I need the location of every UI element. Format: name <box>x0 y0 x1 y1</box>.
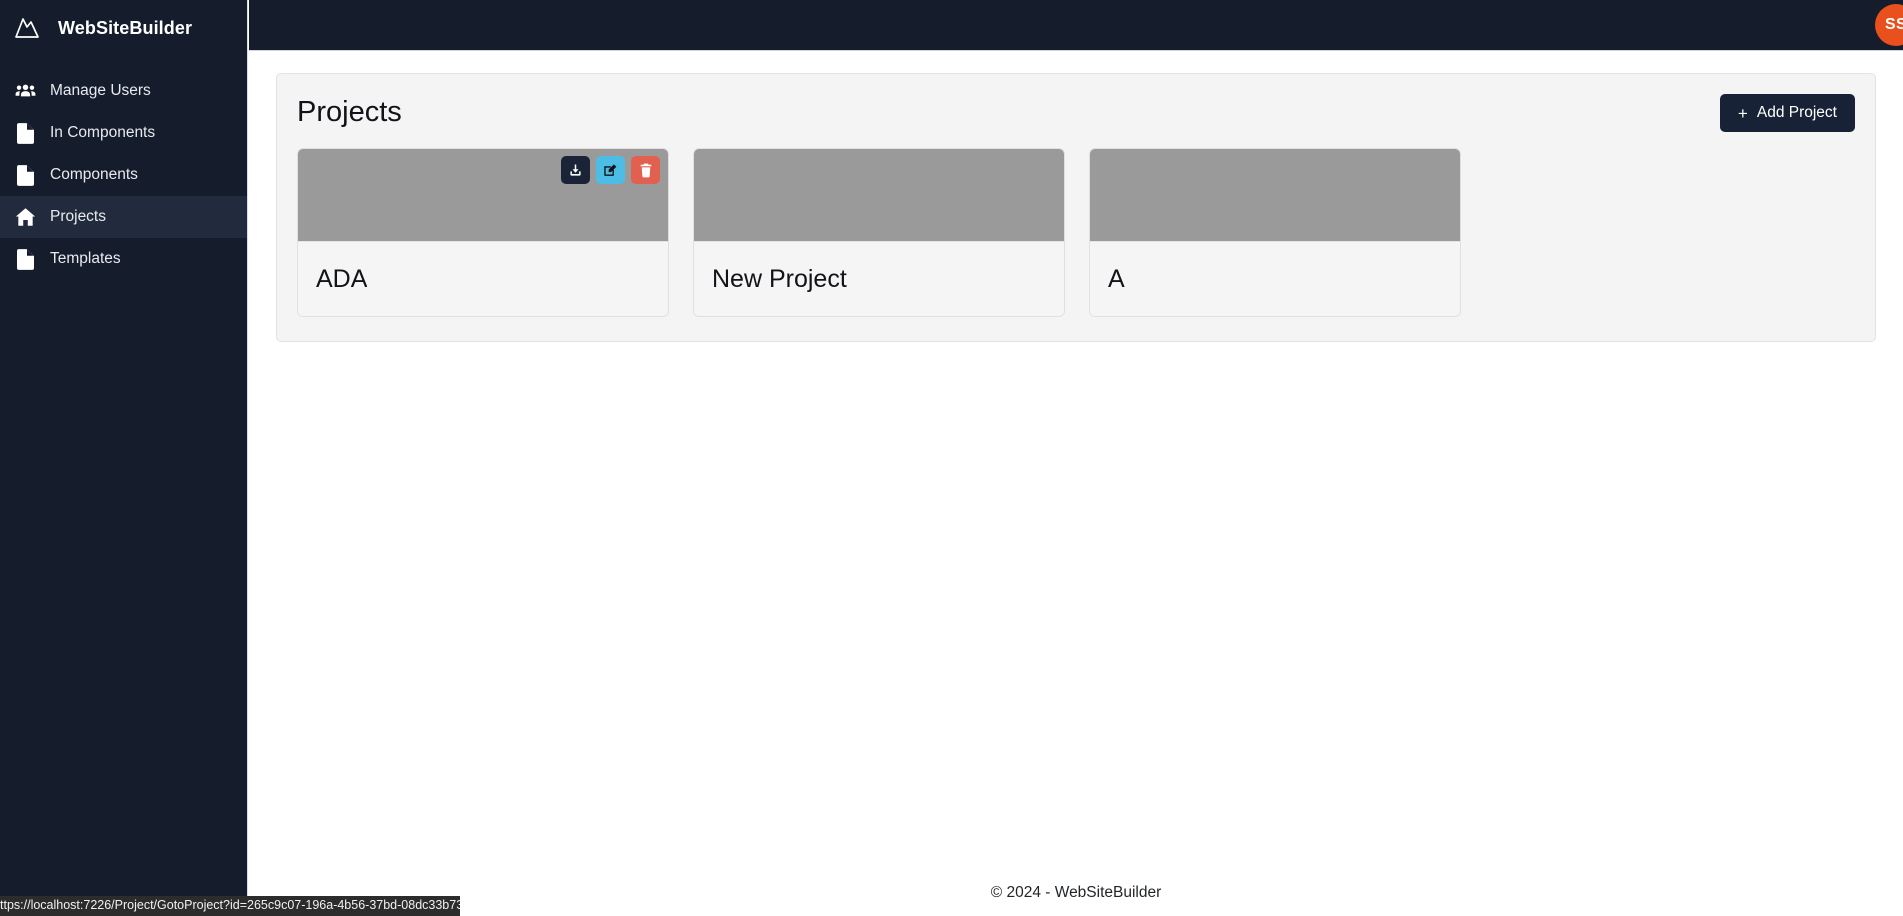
add-project-button[interactable]: + Add Project <box>1719 94 1855 132</box>
page-footer: © 2024 - WebSiteBuilder <box>249 870 1903 916</box>
project-card-body: A <box>1090 241 1460 316</box>
sidebar-item-components[interactable]: Components <box>0 154 247 196</box>
document-icon <box>14 122 36 144</box>
document-icon <box>14 164 36 186</box>
avatar-initials: SS <box>1885 16 1903 33</box>
brand-name: WebSiteBuilder <box>58 17 193 38</box>
brand[interactable]: WebSiteBuilder <box>0 0 247 56</box>
project-title: New Project <box>712 264 847 293</box>
project-card[interactable]: New Project <box>693 148 1065 317</box>
add-project-label: Add Project <box>1756 104 1837 121</box>
sidebar-item-templates[interactable]: Templates <box>0 238 247 280</box>
avatar[interactable]: SS <box>1875 4 1903 46</box>
sidebar-item-label: Components <box>50 166 138 184</box>
sidebar-item-manage-users[interactable]: Manage Users <box>0 70 247 112</box>
project-card-body: ADA <box>298 241 668 316</box>
project-card-actions <box>561 156 660 184</box>
status-bar-url: ttps://localhost:7226/Project/GotoProjec… <box>0 898 460 912</box>
sidebar: WebSiteBuilder Manage Users In Component… <box>0 0 248 916</box>
delete-project-button[interactable] <box>631 156 660 184</box>
projects-panel: Projects + Add Project ADA New Project A <box>276 73 1876 342</box>
download-project-button[interactable] <box>561 156 590 184</box>
main-content: Projects + Add Project ADA New Project A <box>249 52 1903 916</box>
project-card[interactable]: ADA <box>297 148 669 317</box>
top-header-bar: SS <box>249 0 1903 51</box>
project-title: A <box>1108 264 1125 293</box>
project-card[interactable]: A <box>1089 148 1461 317</box>
projects-grid: ADA New Project A <box>297 148 1855 317</box>
mountain-icon <box>12 13 42 43</box>
sidebar-item-label: Projects <box>50 208 106 226</box>
sidebar-item-label: Manage Users <box>50 82 151 100</box>
project-thumbnail <box>1090 149 1460 241</box>
project-thumbnail <box>694 149 1064 241</box>
plus-icon: + <box>1737 103 1748 123</box>
sidebar-nav: Manage Users In Components Components Pr… <box>0 70 247 280</box>
project-card-body: New Project <box>694 241 1064 316</box>
copyright-text: © 2024 - WebSiteBuilder <box>990 884 1162 901</box>
app-root: WebSiteBuilder Manage Users In Component… <box>0 0 1903 916</box>
sidebar-item-label: Templates <box>50 250 121 268</box>
document-icon <box>14 248 36 270</box>
sidebar-item-label: In Components <box>50 124 156 142</box>
edit-project-button[interactable] <box>596 156 625 184</box>
page-title: Projects <box>297 96 402 128</box>
browser-status-bar: ttps://localhost:7226/Project/GotoProjec… <box>0 896 460 916</box>
project-thumbnail <box>298 149 668 241</box>
users-icon <box>14 80 36 102</box>
panel-header: Projects + Add Project <box>297 92 1855 144</box>
sidebar-item-projects[interactable]: Projects <box>0 196 247 238</box>
sidebar-item-in-components[interactable]: In Components <box>0 112 247 154</box>
project-title: ADA <box>316 264 368 293</box>
home-icon <box>14 206 36 228</box>
